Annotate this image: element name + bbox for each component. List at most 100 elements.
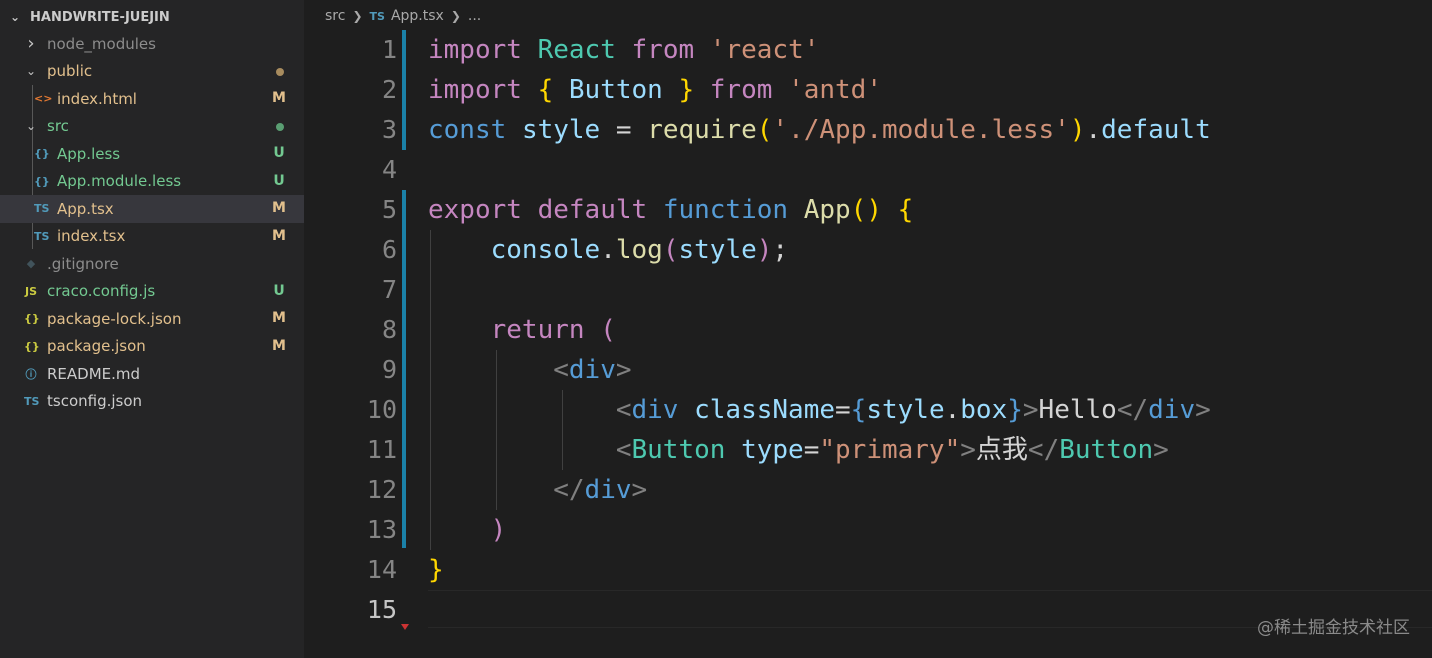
- breadcrumb-folder[interactable]: src: [325, 8, 345, 24]
- tree-item-label: src: [47, 117, 69, 136]
- tree-file[interactable]: ⓘ README.md: [0, 360, 304, 388]
- code-token: style: [866, 395, 945, 425]
- breadcrumb-file[interactable]: App.tsx: [391, 8, 444, 24]
- tree-file[interactable]: {} package.json M: [0, 333, 304, 361]
- tree-item-label: package-lock.json: [47, 309, 182, 328]
- tree-item-label: App.tsx: [57, 199, 114, 218]
- deleted-lines-marker[interactable]: [401, 624, 409, 630]
- code-editor[interactable]: src ❯ TS App.tsx ❯ ... 1 2 3 4 5 6 7 8 9 10 11 12 13…: [305, 0, 1432, 658]
- tree-file[interactable]: ◆ .gitignore: [0, 250, 304, 278]
- line-number: 9: [381, 355, 397, 384]
- explorer-header[interactable]: ⌄ HANDWRITE-JUEJIN: [0, 4, 304, 30]
- code-token: from: [709, 75, 773, 105]
- breadcrumb-more[interactable]: ...: [468, 8, 481, 24]
- code-token: const: [428, 115, 507, 145]
- tree-file[interactable]: TS index.tsx M: [0, 223, 304, 251]
- code-token: (: [756, 115, 773, 145]
- file-tree: › node_modules ⌄ public <> index.html M ⌄ src {} A…: [0, 30, 304, 415]
- code-token: .: [600, 235, 616, 265]
- chevron-down-icon: ⌄: [25, 64, 37, 79]
- line-number: 14: [366, 555, 397, 584]
- code-line[interactable]: </div>: [428, 470, 1408, 510]
- tree-file[interactable]: {} App.module.less U: [0, 168, 304, 196]
- code-token: (: [600, 315, 616, 345]
- code-line[interactable]: console.log(style);: [428, 230, 1408, 270]
- tree-folder[interactable]: ⌄ src: [0, 113, 304, 141]
- code-token: console: [490, 235, 601, 265]
- code-token: Button: [1059, 435, 1154, 465]
- line-number: 4: [381, 155, 397, 184]
- code-line[interactable]: import { Button } from 'antd': [428, 70, 1408, 110]
- code-token: </: [1027, 435, 1060, 465]
- git-change-bar[interactable]: [402, 190, 406, 548]
- chevron-right-icon: ❯: [352, 9, 363, 23]
- git-status-badge: M: [272, 310, 286, 326]
- tree-file[interactable]: JS craco.config.js U: [0, 278, 304, 306]
- json-icon: {}: [24, 339, 40, 353]
- code-token: }: [678, 75, 695, 105]
- git-status-dot: [276, 67, 284, 76]
- code-line[interactable]: const style = require('./App.module.less…: [428, 110, 1408, 150]
- code-token: 点我: [975, 435, 1028, 465]
- code-line[interactable]: [428, 270, 1408, 310]
- code-token: >: [1153, 435, 1169, 465]
- git-status-badge: M: [272, 90, 286, 106]
- code-token: >: [1195, 395, 1211, 425]
- tree-folder[interactable]: ⌄ public: [0, 58, 304, 86]
- code-token: <: [615, 435, 632, 465]
- code-token: className: [694, 395, 836, 425]
- git-status-badge: M: [272, 227, 286, 244]
- tsconfig-icon: TS: [24, 394, 40, 408]
- git-icon: ◆: [26, 257, 36, 271]
- code-line[interactable]: <Button type="primary">点我</Button>: [428, 430, 1408, 470]
- code-token: div: [1148, 395, 1196, 425]
- code-token: box: [960, 395, 1008, 425]
- code-line[interactable]: <div className={style.box}>Hello</div>: [428, 390, 1408, 430]
- line-number: 6: [381, 235, 397, 264]
- code-line[interactable]: }: [428, 550, 1408, 590]
- code-lines[interactable]: import React from 'react' import { Button…: [428, 30, 1408, 630]
- code-token: (: [662, 235, 679, 265]
- code-line[interactable]: export default function App() {: [428, 190, 1408, 230]
- tree-item-label: index.tsx: [57, 227, 126, 246]
- line-number: 15: [366, 595, 397, 624]
- explorer-sidebar: ⌄ HANDWRITE-JUEJIN › node_modules ⌄ public <…: [0, 0, 304, 658]
- code-token: default: [1101, 115, 1211, 145]
- code-line[interactable]: import React from 'react': [428, 30, 1408, 70]
- code-token: require: [647, 115, 757, 145]
- code-line[interactable]: ): [428, 510, 1408, 550]
- code-token: >: [960, 435, 976, 465]
- git-status-badge: U: [273, 172, 285, 189]
- tree-file[interactable]: {} package-lock.json M: [0, 305, 304, 333]
- code-token: React: [537, 35, 616, 65]
- tree-folder[interactable]: › node_modules: [0, 30, 304, 58]
- code-token: (): [850, 195, 882, 225]
- code-token: App: [803, 195, 851, 225]
- code-line[interactable]: <div>: [428, 350, 1408, 390]
- code-token: style: [678, 235, 757, 265]
- code-line[interactable]: [428, 150, 1408, 190]
- line-number: 13: [366, 515, 397, 544]
- git-change-bar[interactable]: [402, 30, 406, 150]
- line-number: 2: [381, 75, 397, 104]
- code-token: .: [944, 395, 961, 425]
- code-line[interactable]: return (: [428, 310, 1408, 350]
- code-token: default: [537, 195, 648, 225]
- tree-file[interactable]: <> index.html M: [0, 85, 304, 113]
- tree-file[interactable]: {} App.less U: [0, 140, 304, 168]
- tree-file[interactable]: TS App.tsx M: [0, 195, 304, 223]
- code-token: div: [631, 395, 679, 425]
- tree-file[interactable]: TS tsconfig.json: [0, 388, 304, 416]
